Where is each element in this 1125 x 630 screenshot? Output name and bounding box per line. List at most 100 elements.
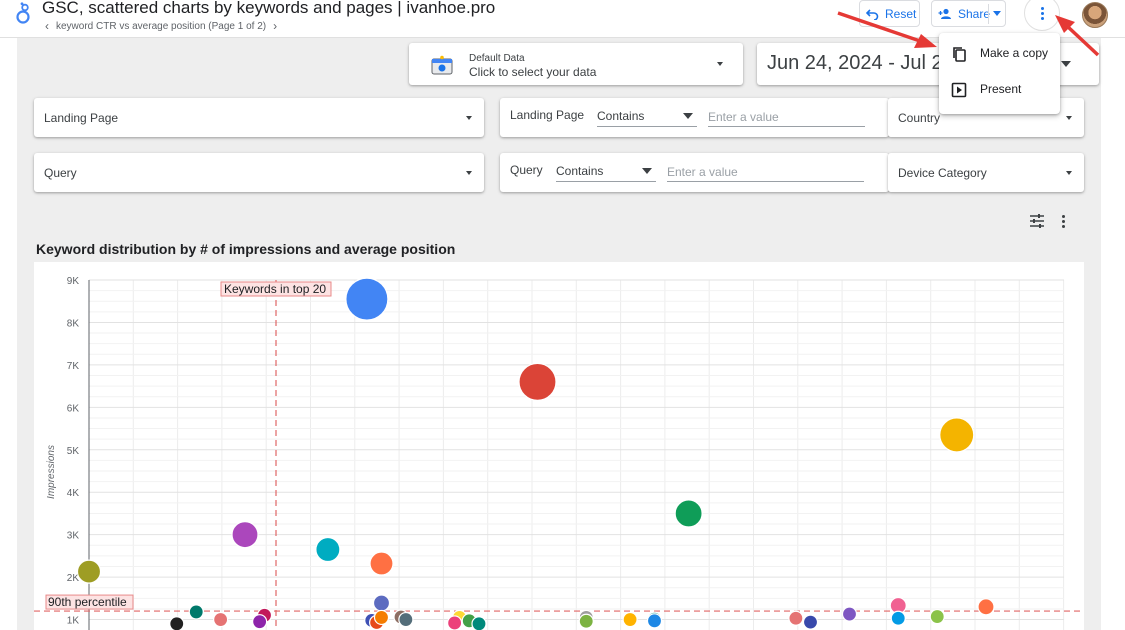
query-filter: Query Contains [500,153,889,192]
page-label[interactable]: keyword CTR vs average position (Page 1 … [56,21,266,32]
y-axis-title: Impressions [46,445,57,499]
canvas-margin-right [1101,38,1125,630]
copy-icon [953,47,966,62]
more-options-button[interactable] [1024,0,1060,31]
dropdown-arrow-icon [466,171,472,175]
y-tick-label: 6K [67,403,80,414]
date-range-text: Jun 24, 2024 - Jul 2 [767,52,943,74]
share-label: Share [958,6,991,21]
dropdown-arrow-icon [1066,116,1072,120]
scatter-point [802,614,819,630]
scatter-point [213,611,229,628]
operator-value: Contains [597,109,645,123]
dropdown-arrow-icon [1061,61,1071,67]
data-source-control[interactable]: Default Data Click to select your data [409,43,743,85]
query-filter-label: Query [510,163,543,177]
landing-page-filter: Landing Page Contains [500,98,889,137]
scatter-point [471,616,487,630]
dropdown-arrow-icon [642,168,652,174]
scatter-point [345,277,389,321]
data-source-icon [431,55,453,75]
dropdown-arrow-icon [466,116,472,120]
chevron-left-icon[interactable]: ‹ [42,19,52,33]
more-options-menu: Make a copy Present [939,33,1060,114]
y-tick-label: 9K [67,276,80,287]
scatter-point [622,611,638,628]
scatter-point [252,614,268,630]
kebab-dot [1040,16,1044,20]
y-tick-label: 7K [67,361,80,372]
landing-filter-label: Landing Page [510,108,585,122]
scatter-point [398,611,414,628]
kebab-dot [1061,215,1065,218]
dropdown-arrow-icon [683,113,693,119]
chevron-right-icon[interactable]: › [270,19,280,33]
landing-filter-operator-select[interactable]: Contains [597,105,697,127]
kebab-dot [1040,11,1044,15]
scatter-point [890,610,906,626]
scatter-chart-panel[interactable]: 1K 2K 3K 4K 5K 6K 7K 8K 9K Impressions Keywords in… [34,262,1084,630]
chart-more-options-icon[interactable] [1058,215,1068,229]
share-dropdown-caret-icon[interactable] [993,11,1001,16]
scatter-point [578,613,594,629]
landing-page-dropdown[interactable]: Landing Page [34,98,484,137]
chart-title: Keyword distribution by # of impressions… [36,241,456,257]
dropdown-arrow-icon [717,62,723,66]
scatter-point [169,616,185,630]
query-filter-value-input[interactable] [667,160,864,182]
reset-button[interactable]: Reset [859,0,920,27]
menu-item-make-a-copy[interactable]: Make a copy [939,38,1060,70]
landing-filter-value-input[interactable] [708,105,865,127]
scatter-point [447,615,463,630]
reset-label: Reset [885,6,917,21]
menu-item-present[interactable]: Present [939,74,1060,106]
menu-item-label: Make a copy [980,46,1049,60]
scatter-point [369,551,394,576]
device-dropdown-label: Device Category [898,166,987,180]
dropdown-arrow-icon [1066,171,1072,175]
kebab-dot [1040,6,1044,10]
undo-icon [866,8,879,20]
scatter-point [674,499,703,528]
top20-label: Keywords in top 20 [224,282,326,296]
y-tick-label: 4K [67,488,80,499]
scatter-chart: 1K2K3K4K5K6K7K8K9KImpressionsKeywords in… [34,276,1084,630]
country-dropdown-label: Country [898,111,941,125]
scatter-point [231,521,259,549]
report-title: GSC, scattered charts by keywords and pa… [42,0,496,17]
data-source-name: Default Data [469,53,525,64]
present-icon [951,82,967,98]
share-button[interactable]: Share [931,0,1006,27]
scatter-point [939,417,975,453]
scatter-point [518,362,557,401]
scatter-point [315,536,341,563]
y-tick-label: 5K [67,446,80,457]
chart-filter-tune-icon[interactable] [1029,213,1045,229]
y-tick-label: 1K [67,616,80,627]
scatter-point [76,559,102,584]
canvas-margin-left [0,38,17,630]
scatter-point [373,609,390,626]
scatter-point [372,594,391,612]
query-filter-operator-select[interactable]: Contains [556,160,656,182]
share-divider [988,4,989,24]
y-tick-label: 8K [67,318,80,329]
scatter-point [977,598,995,616]
query-dropdown[interactable]: Query [34,153,484,192]
looker-studio-logo-icon[interactable] [14,2,34,24]
landing-page-dropdown-label: Landing Page [44,111,119,125]
scatter-point [646,613,663,629]
person-add-icon [938,8,951,19]
scatter-point [788,610,804,626]
user-avatar[interactable] [1082,2,1108,28]
percentile-label: 90th percentile [48,595,127,609]
operator-value: Contains [556,164,604,178]
query-dropdown-label: Query [44,166,77,180]
scatter-point [929,608,945,625]
scatter-point [841,606,858,622]
data-source-hint: Click to select your data [469,65,597,79]
device-category-dropdown[interactable]: Device Category [888,153,1084,192]
kebab-dot [1061,220,1065,223]
scatter-point [188,604,204,620]
page-navigator: ‹ keyword CTR vs average position (Page … [42,19,280,33]
